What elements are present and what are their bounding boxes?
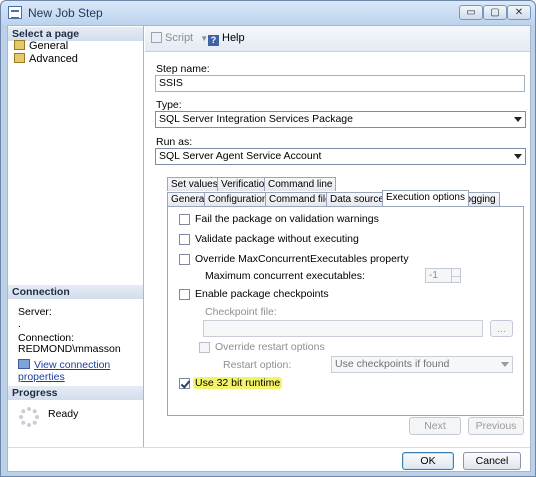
server-value: . [18, 318, 21, 330]
help-button[interactable]: ? Help [208, 32, 245, 46]
page-icon [14, 40, 25, 50]
type-select[interactable]: SQL Server Integration Services Package [155, 111, 526, 128]
tab-execution-options[interactable]: Execution options [382, 190, 469, 206]
chevron-down-icon [514, 154, 522, 159]
script-icon [151, 32, 162, 43]
page-item-general[interactable]: General [14, 40, 68, 53]
run-as-select-value: SQL Server Agent Service Account [159, 150, 322, 162]
previous-button[interactable]: Previous [468, 417, 524, 435]
new-job-step-window: New Job Step ▭ ▢ ✕ Select a page General… [0, 0, 536, 477]
override-restart-label: Override restart options [215, 341, 325, 353]
chevron-down-icon [514, 117, 522, 122]
checkpoint-file-label: Checkpoint file: [205, 306, 277, 318]
max-concurrent-stepper[interactable]: -1 [425, 268, 461, 283]
max-concurrent-label: Maximum concurrent executables: [205, 270, 365, 282]
title-bar[interactable]: New Job Step ▭ ▢ ✕ [1, 1, 535, 25]
connection-value: REDMOND\mmasson [18, 343, 121, 355]
validate-only-label: Validate package without executing [195, 233, 359, 245]
override-max-concurrent-checkbox[interactable] [179, 254, 190, 265]
progress-spinner-icon [19, 407, 39, 427]
type-label: Type: [156, 99, 182, 111]
script-label: Script [165, 32, 194, 44]
override-max-concurrent-label: Override MaxConcurrentExecutables proper… [195, 253, 409, 265]
fail-on-warnings-checkbox[interactable] [179, 214, 190, 225]
job-step-icon [8, 6, 22, 19]
run-as-select[interactable]: SQL Server Agent Service Account [155, 148, 526, 165]
restart-option-label: Restart option: [223, 359, 292, 371]
browse-checkpoint-button[interactable]: ... [490, 320, 513, 337]
server-label: Server: [18, 306, 52, 318]
script-dropdown-icon: ▼ [200, 34, 209, 43]
cancel-button[interactable]: Cancel [463, 452, 521, 470]
ok-button[interactable]: OK [402, 452, 454, 470]
override-restart-checkbox[interactable] [199, 342, 210, 353]
connection-header: Connection [8, 285, 143, 299]
close-button[interactable]: ✕ [507, 5, 531, 20]
left-pane: Select a page General Advanced Connectio… [8, 26, 144, 447]
next-button[interactable]: Next [409, 417, 461, 435]
tab-command-line[interactable]: Command line [264, 177, 337, 191]
max-concurrent-value: -1 [429, 270, 438, 281]
tab-set-values[interactable]: Set values [167, 177, 222, 191]
restart-option-select[interactable]: Use checkpoints if found [331, 356, 513, 373]
page-item-advanced[interactable]: Advanced [14, 53, 78, 66]
use-32bit-runtime-label: Use 32 bit runtime [193, 377, 283, 389]
page-icon [14, 53, 25, 63]
fail-on-warnings-label: Fail the package on validation warnings [195, 213, 379, 225]
restart-option-value: Use checkpoints if found [335, 358, 450, 370]
view-connection-properties-label: View connection properties [18, 359, 111, 383]
stepper-up-icon[interactable] [451, 269, 460, 276]
chevron-down-icon [501, 362, 509, 367]
minimize-button[interactable]: ▭ [459, 5, 483, 20]
view-connection-properties-link[interactable]: View connection properties [18, 359, 143, 383]
progress-header: Progress [8, 386, 143, 400]
execution-options-panel: Fail the package on validation warnings … [167, 206, 524, 416]
page-item-label: General [29, 40, 69, 52]
page-item-label: Advanced [29, 53, 78, 65]
dialog-client: Select a page General Advanced Connectio… [7, 25, 531, 472]
progress-status: Ready [48, 408, 79, 420]
type-select-value: SQL Server Integration Services Package [159, 113, 353, 125]
select-page-header: Select a page [8, 27, 143, 41]
stepper-down-icon[interactable] [451, 276, 460, 283]
help-label: Help [222, 32, 245, 44]
dialog-footer: OK Cancel [8, 447, 530, 471]
validate-only-checkbox[interactable] [179, 234, 190, 245]
enable-checkpoints-checkbox[interactable] [179, 289, 190, 300]
step-name-label: Step name: [156, 63, 210, 75]
right-pane: Script ▼ ? Help Step name: SSIS Type: SQL… [145, 26, 530, 447]
run-as-label: Run as: [156, 136, 193, 148]
step-name-input[interactable]: SSIS [155, 75, 525, 92]
use-32bit-runtime-checkbox[interactable] [179, 378, 190, 389]
maximize-button[interactable]: ▢ [483, 5, 507, 20]
help-icon: ? [208, 35, 219, 46]
connection-properties-icon [18, 359, 30, 369]
toolbar: Script ▼ ? Help [145, 26, 530, 52]
checkpoint-file-input[interactable] [203, 320, 483, 337]
window-title: New Job Step [28, 6, 103, 20]
script-button[interactable]: Script ▼ [151, 32, 208, 45]
enable-checkpoints-label: Enable package checkpoints [195, 288, 329, 300]
